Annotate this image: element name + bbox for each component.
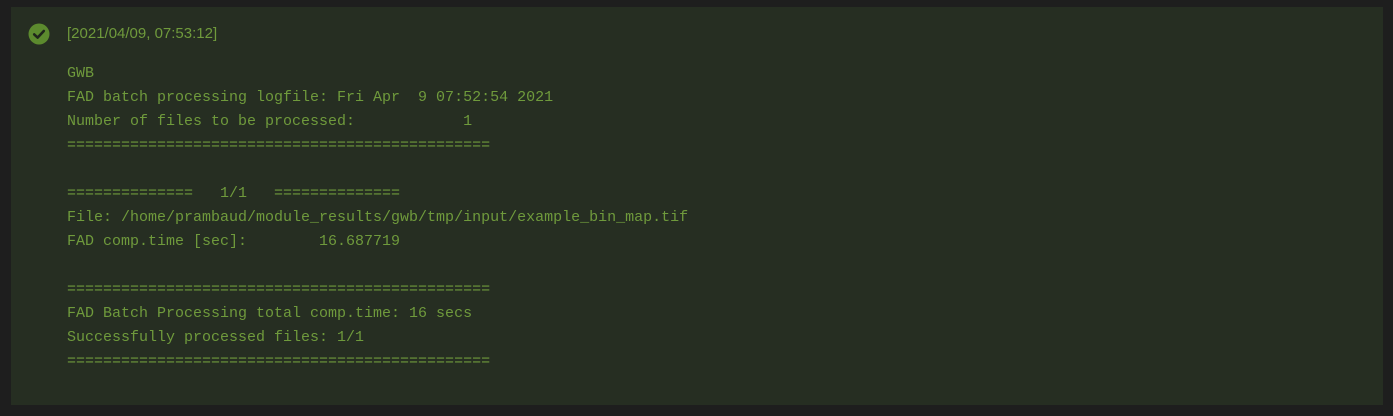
log-line: GWB xyxy=(67,65,95,82)
log-line: ========================================… xyxy=(67,281,491,298)
log-line: File: /home/prambaud/module_results/gwb/… xyxy=(67,209,689,226)
log-line: ========================================… xyxy=(67,137,491,154)
log-line: FAD Batch Processing total comp.time: 16… xyxy=(67,305,473,322)
log-timestamp: [2021/04/09, 07:53:12] xyxy=(67,25,218,42)
log-line: FAD batch processing logfile: Fri Apr 9 … xyxy=(67,89,554,106)
check-circle-icon xyxy=(28,23,50,45)
log-line: FAD comp.time [sec]: 16.687719 xyxy=(67,233,401,250)
log-line: ========================================… xyxy=(67,353,491,370)
log-line: ============== 1/1 ============== xyxy=(67,185,401,202)
log-line: Number of files to be processed: 1 xyxy=(67,113,473,130)
log-line: Successfully processed files: 1/1 xyxy=(67,329,365,346)
log-output: GWB FAD batch processing logfile: Fri Apr… xyxy=(67,62,688,374)
log-blank-line xyxy=(67,254,688,278)
log-entry-panel: [2021/04/09, 07:53:12] GWB FAD batch proc… xyxy=(11,7,1383,405)
log-blank-line xyxy=(67,158,688,182)
